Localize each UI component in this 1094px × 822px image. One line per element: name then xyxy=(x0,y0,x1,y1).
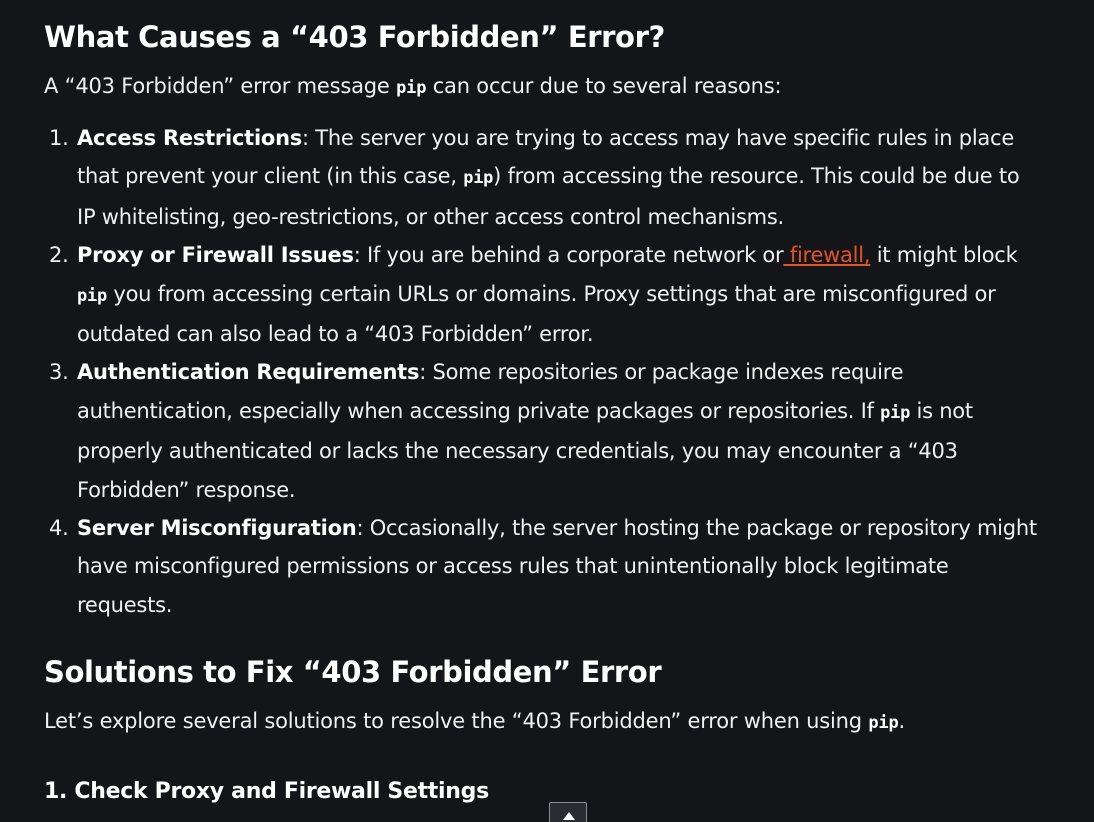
reason-title: Access Restrictions xyxy=(77,126,303,150)
intro-text-before: A “403 Forbidden” error message xyxy=(44,74,397,98)
inline-code-pip: pip xyxy=(396,78,427,98)
inline-code-pip: pip xyxy=(880,402,911,423)
inline-code-pip: pip xyxy=(463,168,494,189)
list-item-access-restrictions: 1. Access Restrictions: The server you a… xyxy=(44,119,1088,236)
list-item-authentication: 3. Authentication Requirements: Some rep… xyxy=(44,353,1088,509)
scroll-to-top-button[interactable] xyxy=(549,802,587,822)
causes-intro-paragraph: A “403 Forbidden” error message pip can … xyxy=(44,67,782,107)
intro-text-after: can occur due to several reasons: xyxy=(426,74,782,98)
list-number: 4. xyxy=(49,516,69,541)
solutions-intro-paragraph: Let’s explore several solutions to resol… xyxy=(44,709,905,733)
list-item-server-misconfiguration: 4. Server Misconfiguration: Occasionally… xyxy=(44,509,1088,624)
list-number: 1. xyxy=(49,126,69,150)
list-number: 3. xyxy=(49,360,69,385)
reasons-list: 1. Access Restrictions: The server you a… xyxy=(44,119,1088,624)
chevron-up-icon xyxy=(563,812,575,820)
firewall-link[interactable]: firewall, xyxy=(783,243,871,267)
inline-code-pip: pip xyxy=(77,285,107,306)
reason-title: Server Misconfiguration xyxy=(77,516,357,541)
list-number: 2. xyxy=(49,243,69,268)
list-item-proxy-firewall: 2. Proxy or Firewall Issues: If you are … xyxy=(44,236,1088,353)
reason-title: Proxy or Firewall Issues xyxy=(77,243,354,268)
reason-title: Authentication Requirements xyxy=(77,360,420,385)
heading-solutions: Solutions to Fix “403 Forbidden” Error xyxy=(44,655,662,689)
heading-check-proxy-firewall: 1. Check Proxy and Firewall Settings xyxy=(44,779,489,804)
inline-code-pip: pip xyxy=(868,713,899,733)
heading-what-causes: What Causes a “403 Forbidden” Error? xyxy=(44,20,665,54)
